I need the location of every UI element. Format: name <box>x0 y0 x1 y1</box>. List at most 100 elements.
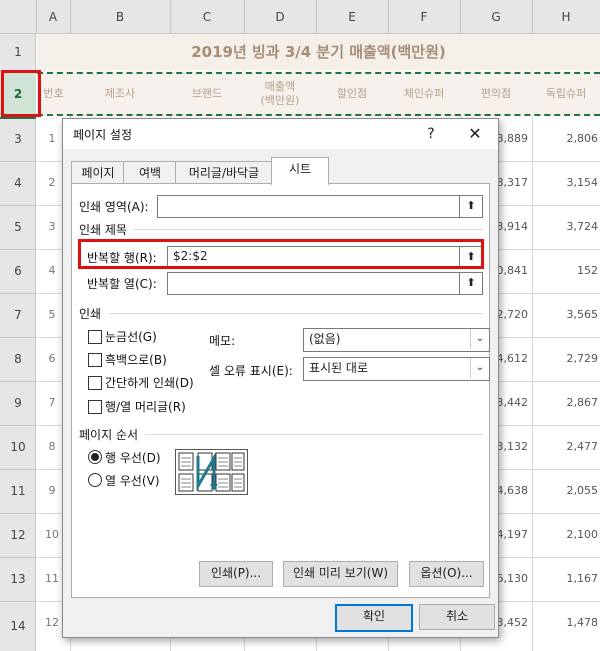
copy-marquee <box>37 72 600 116</box>
cell-number[interactable]: 11 <box>40 572 64 585</box>
row-header-1[interactable]: 1 <box>0 34 36 71</box>
column-header-f[interactable]: F <box>388 0 461 34</box>
dialog-title: 페이지 설정 <box>73 128 133 142</box>
column-header-b[interactable]: B <box>70 0 171 34</box>
row-header-8[interactable]: 8 <box>0 337 36 382</box>
tab-header-footer[interactable]: 머리글/바닥글 <box>175 161 273 184</box>
collapse-dialog-icon: ⬆ <box>466 199 476 212</box>
column-header-g[interactable]: G <box>460 0 533 34</box>
row-header-5[interactable]: 5 <box>0 205 36 250</box>
black-white-label[interactable]: 흑백으로(B) <box>105 351 167 368</box>
row-2-highlight-frame <box>1 70 41 117</box>
cell-number[interactable]: 6 <box>40 352 64 365</box>
cell-independent-value[interactable]: 3,565 <box>536 308 599 321</box>
cell-independent-value[interactable]: 2,477 <box>536 440 599 453</box>
cell-errors-select-value: 표시된 대로 <box>309 361 369 375</box>
section-divider <box>145 434 483 435</box>
cell-number[interactable]: 12 <box>40 616 64 629</box>
column-header-d[interactable]: D <box>244 0 317 34</box>
row-header-10[interactable]: 10 <box>0 425 36 470</box>
row-header-12[interactable]: 12 <box>0 513 36 558</box>
column-header-c[interactable]: C <box>170 0 245 34</box>
row-header-13[interactable]: 13 <box>0 557 36 602</box>
ok-button[interactable]: 확인 <box>335 604 413 632</box>
sheet-title[interactable]: 2019년 빙과 3/4 분기 매출액(백만원) <box>37 34 600 70</box>
chevron-down-icon: ⌄ <box>470 358 489 378</box>
cell-independent-value[interactable]: 3,724 <box>536 220 599 233</box>
chevron-down-icon: ⌄ <box>470 329 489 349</box>
row-header-7[interactable]: 7 <box>0 293 36 338</box>
tab-sheet[interactable]: 시트 <box>271 157 329 185</box>
cell-number[interactable]: 2 <box>40 176 64 189</box>
repeat-columns-input[interactable] <box>167 272 464 295</box>
draft-quality-label[interactable]: 간단하게 인쇄(D) <box>105 374 194 391</box>
print-section: 인쇄 <box>79 307 102 321</box>
comments-select[interactable]: (없음) ⌄ <box>303 328 490 352</box>
over-then-down-label[interactable]: 열 우선(V) <box>105 472 160 489</box>
cell-number[interactable]: 1 <box>40 132 64 145</box>
cell-number[interactable]: 8 <box>40 440 64 453</box>
column-header-a[interactable]: A <box>36 0 71 34</box>
page-setup-dialog: 페이지 설정 ? ✕ 페이지 여백 머리글/바닥글 시트 인쇄 영역(A): ⬆… <box>62 118 499 638</box>
column-header-h[interactable]: H <box>532 0 600 34</box>
row-column-headings-checkbox[interactable] <box>88 400 102 414</box>
cell-number[interactable]: 10 <box>40 528 64 541</box>
help-button[interactable]: ? <box>419 123 443 145</box>
row-header-3[interactable]: 3 <box>0 117 36 162</box>
repeat-columns-label: 반복할 열(C): <box>87 277 157 291</box>
cell-independent-value[interactable]: 2,806 <box>536 132 599 145</box>
cell-number[interactable]: 7 <box>40 396 64 409</box>
collapse-dialog-icon: ⬆ <box>466 276 476 289</box>
options-button[interactable]: 옵션(O)... <box>409 561 484 587</box>
print-area-input[interactable] <box>157 195 464 218</box>
cell-independent-value[interactable]: 2,055 <box>536 484 599 497</box>
gridline <box>532 34 533 651</box>
print-preview-button[interactable]: 인쇄 미리 보기(W) <box>283 561 398 587</box>
black-white-checkbox[interactable] <box>88 353 102 367</box>
section-divider <box>133 229 483 230</box>
print-button[interactable]: 인쇄(P)... <box>199 561 273 587</box>
gridlines-label[interactable]: 눈금선(G) <box>105 328 157 345</box>
row-column-headings-label[interactable]: 행/열 머리글(R) <box>105 398 186 415</box>
page-order-section: 페이지 순서 <box>79 428 139 442</box>
repeat-rows-highlight-frame <box>78 239 484 269</box>
cell-independent-value[interactable]: 2,867 <box>536 396 599 409</box>
over-then-down-radio[interactable] <box>88 473 102 487</box>
draft-quality-checkbox[interactable] <box>88 376 102 390</box>
down-then-over-label[interactable]: 행 우선(D) <box>105 449 161 466</box>
cell-independent-value[interactable]: 2,729 <box>536 352 599 365</box>
cell-independent-value[interactable]: 3,154 <box>536 176 599 189</box>
cell-independent-value[interactable]: 1,167 <box>536 572 599 585</box>
print-titles-section: 인쇄 제목 <box>79 223 127 237</box>
repeat-columns-collapse-button[interactable]: ⬆ <box>459 272 483 295</box>
comments-label: 메모: <box>209 334 236 348</box>
page-order-preview-icon <box>175 449 248 495</box>
print-area-label: 인쇄 영역(A): <box>79 200 149 214</box>
select-all-corner[interactable] <box>0 0 37 34</box>
row-header-14[interactable]: 14 <box>0 601 36 651</box>
down-then-over-radio[interactable] <box>88 450 102 464</box>
cell-independent-value[interactable]: 1,478 <box>536 616 599 629</box>
row-header-9[interactable]: 9 <box>0 381 36 426</box>
cell-errors-label: 셀 오류 표시(E): <box>209 364 293 378</box>
comments-select-value: (없음) <box>309 332 341 346</box>
tab-page[interactable]: 페이지 <box>71 161 125 184</box>
row-header-11[interactable]: 11 <box>0 469 36 514</box>
row-header-4[interactable]: 4 <box>0 161 36 206</box>
cell-errors-select[interactable]: 표시된 대로 ⌄ <box>303 357 490 381</box>
print-area-collapse-button[interactable]: ⬆ <box>459 195 483 218</box>
close-button[interactable]: ✕ <box>463 123 487 145</box>
cell-number[interactable]: 3 <box>40 220 64 233</box>
cell-number[interactable]: 5 <box>40 308 64 321</box>
row-header-6[interactable]: 6 <box>0 249 36 294</box>
cancel-button[interactable]: 취소 <box>419 604 495 630</box>
cell-number[interactable]: 9 <box>40 484 64 497</box>
cell-independent-value[interactable]: 152 <box>536 264 598 277</box>
gridlines-checkbox[interactable] <box>88 330 102 344</box>
cell-number[interactable]: 4 <box>40 264 64 277</box>
tab-margins[interactable]: 여백 <box>123 161 177 184</box>
section-divider <box>109 313 483 314</box>
row-headers: 1 2 3 4 5 6 7 8 9 10 11 12 13 14 <box>0 34 36 651</box>
cell-independent-value[interactable]: 2,100 <box>536 528 599 541</box>
column-header-e[interactable]: E <box>316 0 389 34</box>
